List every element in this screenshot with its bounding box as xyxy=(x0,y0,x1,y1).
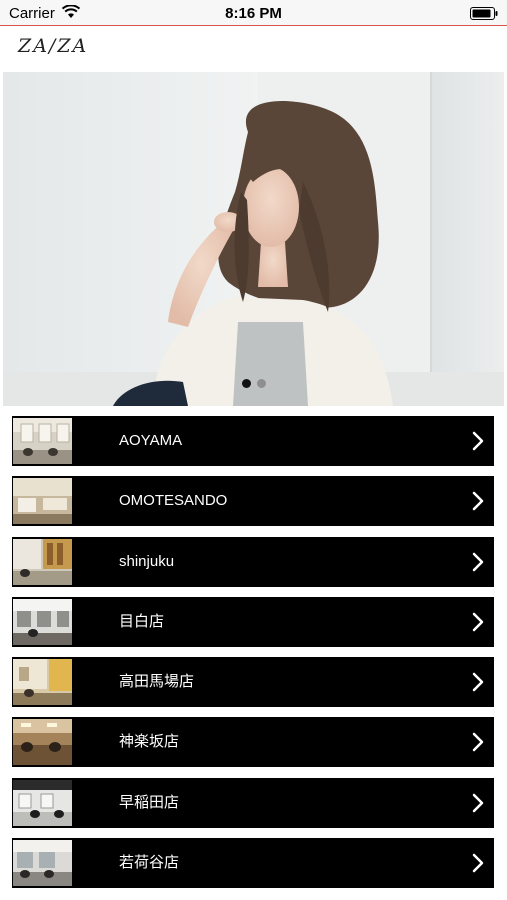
carousel-page-indicator[interactable] xyxy=(3,375,504,393)
battery-icon xyxy=(470,7,498,20)
salon-label: 目白店 xyxy=(119,612,165,630)
salon-row-myogadani[interactable]: 若荷谷店 xyxy=(12,838,494,889)
hero-carousel[interactable] xyxy=(3,72,504,406)
chevron-right-icon xyxy=(472,552,484,571)
salon-label: OMOTESANDO xyxy=(119,492,228,510)
salon-row-waseda[interactable]: 早稲田店 xyxy=(12,777,494,828)
chevron-right-icon xyxy=(472,492,484,511)
app-header: ZA/ZA xyxy=(0,27,507,71)
salon-row-omotesando[interactable]: OMOTESANDO xyxy=(12,476,494,527)
salon-row-mejiro[interactable]: 目白店 xyxy=(12,596,494,647)
chevron-right-icon xyxy=(472,672,484,692)
salon-row-shinjuku[interactable]: shinjuku xyxy=(12,536,494,587)
salon-row-aoyama[interactable]: AOYAMA xyxy=(12,416,494,466)
chevron-right-icon xyxy=(472,431,484,451)
chevron-right-icon xyxy=(472,853,484,873)
brand-logo[interactable]: ZA/ZA xyxy=(18,35,88,57)
salon-label: shinjuku xyxy=(119,552,175,570)
salon-thumbnail xyxy=(13,598,72,645)
salon-row-takadanobaba[interactable]: 高田馬場店 xyxy=(12,657,494,708)
salon-label: 高田馬場店 xyxy=(119,673,195,691)
salon-thumbnail xyxy=(13,779,72,826)
chevron-right-icon xyxy=(472,612,484,632)
status-time: 8:16 PM xyxy=(225,5,282,22)
salon-row-kagurazaka[interactable]: 神楽坂店 xyxy=(12,717,494,768)
salon-thumbnail xyxy=(13,478,72,525)
salon-label: AOYAMA xyxy=(119,432,183,449)
salon-label: 神楽坂店 xyxy=(119,733,180,751)
salon-thumbnail xyxy=(13,840,72,887)
page-dot-2[interactable] xyxy=(256,379,266,388)
salon-thumbnail xyxy=(13,719,72,766)
salon-thumbnail xyxy=(13,538,72,585)
chevron-right-icon xyxy=(472,793,484,813)
hero-photo xyxy=(3,72,504,406)
salon-thumbnail xyxy=(13,659,72,706)
salon-label: 若荷谷店 xyxy=(119,854,180,872)
salon-label: 早稲田店 xyxy=(119,793,180,811)
page-dot-1[interactable] xyxy=(241,379,251,388)
salon-thumbnail xyxy=(13,418,72,464)
chevron-right-icon xyxy=(472,733,484,752)
salon-list: AOYAMA OMOTESANDO shinjuku 目白店 高田馬場店 神楽坂… xyxy=(12,416,494,898)
status-bar: Carrier 8:16 PM xyxy=(0,0,507,26)
